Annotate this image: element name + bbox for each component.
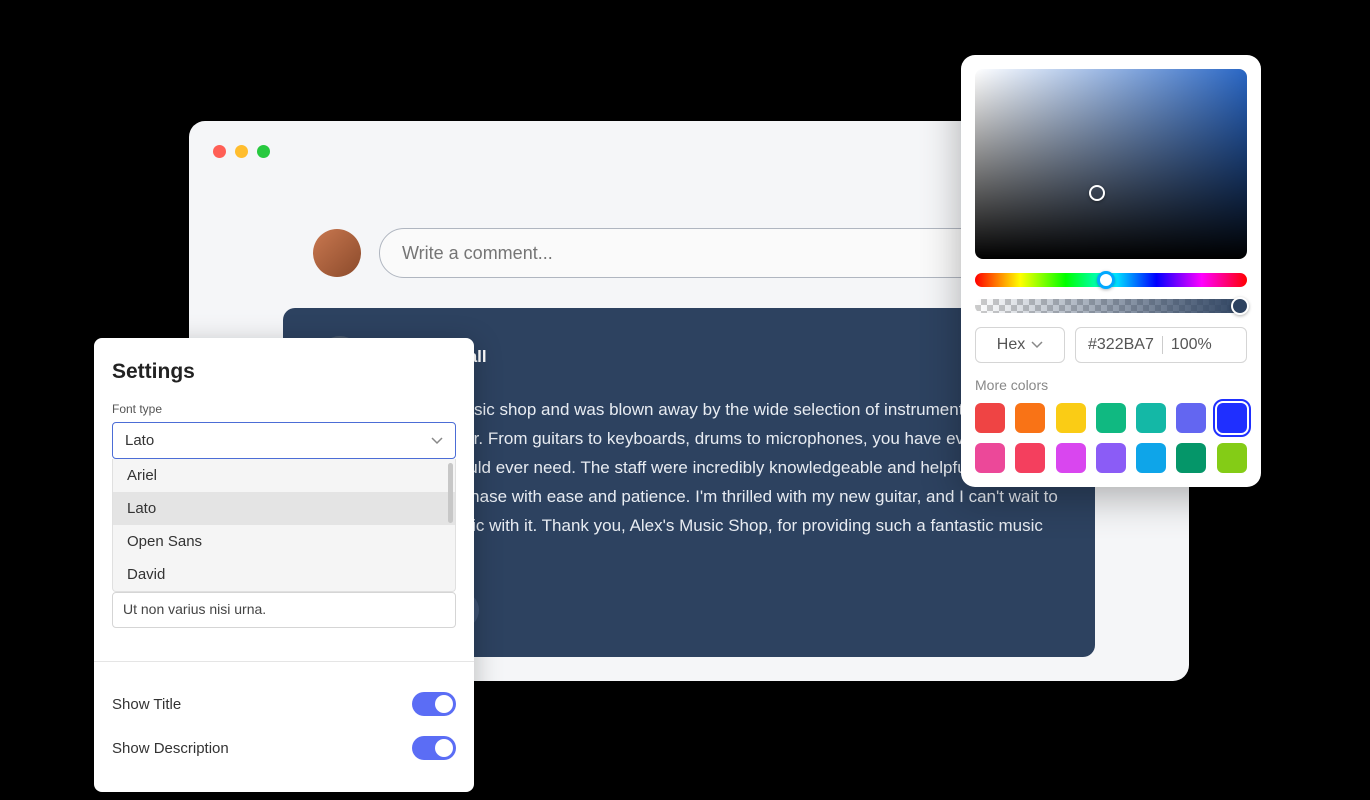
sample-textarea[interactable] — [112, 592, 456, 628]
minimize-window-button[interactable] — [235, 145, 248, 158]
color-swatch[interactable] — [1136, 443, 1166, 473]
color-swatch[interactable] — [1217, 403, 1247, 433]
opacity-value: 100% — [1171, 336, 1212, 354]
settings-title: Settings — [112, 360, 456, 384]
font-select[interactable]: Lato — [112, 422, 456, 459]
font-dropdown-list: Ariel Lato Open Sans David — [112, 459, 456, 592]
color-swatch[interactable] — [1015, 443, 1045, 473]
color-swatch[interactable] — [975, 443, 1005, 473]
color-swatch[interactable] — [1096, 443, 1126, 473]
color-swatch[interactable] — [1217, 443, 1247, 473]
show-description-toggle[interactable] — [412, 736, 456, 760]
font-option-david[interactable]: David — [113, 558, 455, 591]
show-title-label: Show Title — [112, 696, 181, 713]
swatch-grid — [975, 403, 1247, 473]
color-swatch[interactable] — [1056, 443, 1086, 473]
color-picker: Hex #322BA7 100% More colors — [961, 55, 1261, 487]
color-inputs-row: Hex #322BA7 100% — [975, 327, 1247, 363]
maximize-window-button[interactable] — [257, 145, 270, 158]
close-window-button[interactable] — [213, 145, 226, 158]
comment-compose-row — [313, 228, 1065, 278]
alpha-slider[interactable] — [975, 299, 1247, 313]
color-swatch[interactable] — [1096, 403, 1126, 433]
alpha-handle[interactable] — [1231, 297, 1249, 315]
hex-input[interactable]: #322BA7 100% — [1075, 327, 1247, 363]
saturation-value-panel[interactable] — [975, 69, 1247, 259]
scrollbar[interactable] — [448, 463, 453, 523]
font-option-ariel[interactable]: Ariel — [113, 459, 455, 492]
chevron-down-icon — [1031, 336, 1043, 354]
color-swatch[interactable] — [975, 403, 1005, 433]
hue-slider[interactable] — [975, 273, 1247, 287]
divider — [94, 661, 474, 662]
settings-panel: Settings Font type Lato Ariel Lato Open … — [94, 338, 474, 792]
color-format-value: Hex — [997, 336, 1025, 354]
sv-cursor[interactable] — [1089, 185, 1105, 201]
divider — [1162, 336, 1163, 354]
font-select-value: Lato — [125, 432, 154, 449]
chevron-down-icon — [431, 437, 443, 445]
color-swatch[interactable] — [1176, 443, 1206, 473]
color-swatch[interactable] — [1176, 403, 1206, 433]
avatar — [313, 229, 361, 277]
color-swatch[interactable] — [1056, 403, 1086, 433]
show-title-row: Show Title — [112, 682, 456, 726]
show-description-row: Show Description — [112, 726, 456, 770]
show-title-toggle[interactable] — [412, 692, 456, 716]
hue-handle[interactable] — [1097, 271, 1115, 289]
color-format-select[interactable]: Hex — [975, 327, 1065, 363]
font-type-label: Font type — [112, 402, 456, 416]
color-swatch[interactable] — [1136, 403, 1166, 433]
color-swatch[interactable] — [1015, 403, 1045, 433]
font-option-open-sans[interactable]: Open Sans — [113, 525, 455, 558]
hex-value: #322BA7 — [1088, 336, 1154, 354]
show-description-label: Show Description — [112, 740, 229, 757]
font-option-lato[interactable]: Lato — [113, 492, 455, 525]
more-colors-label: More colors — [975, 377, 1247, 393]
